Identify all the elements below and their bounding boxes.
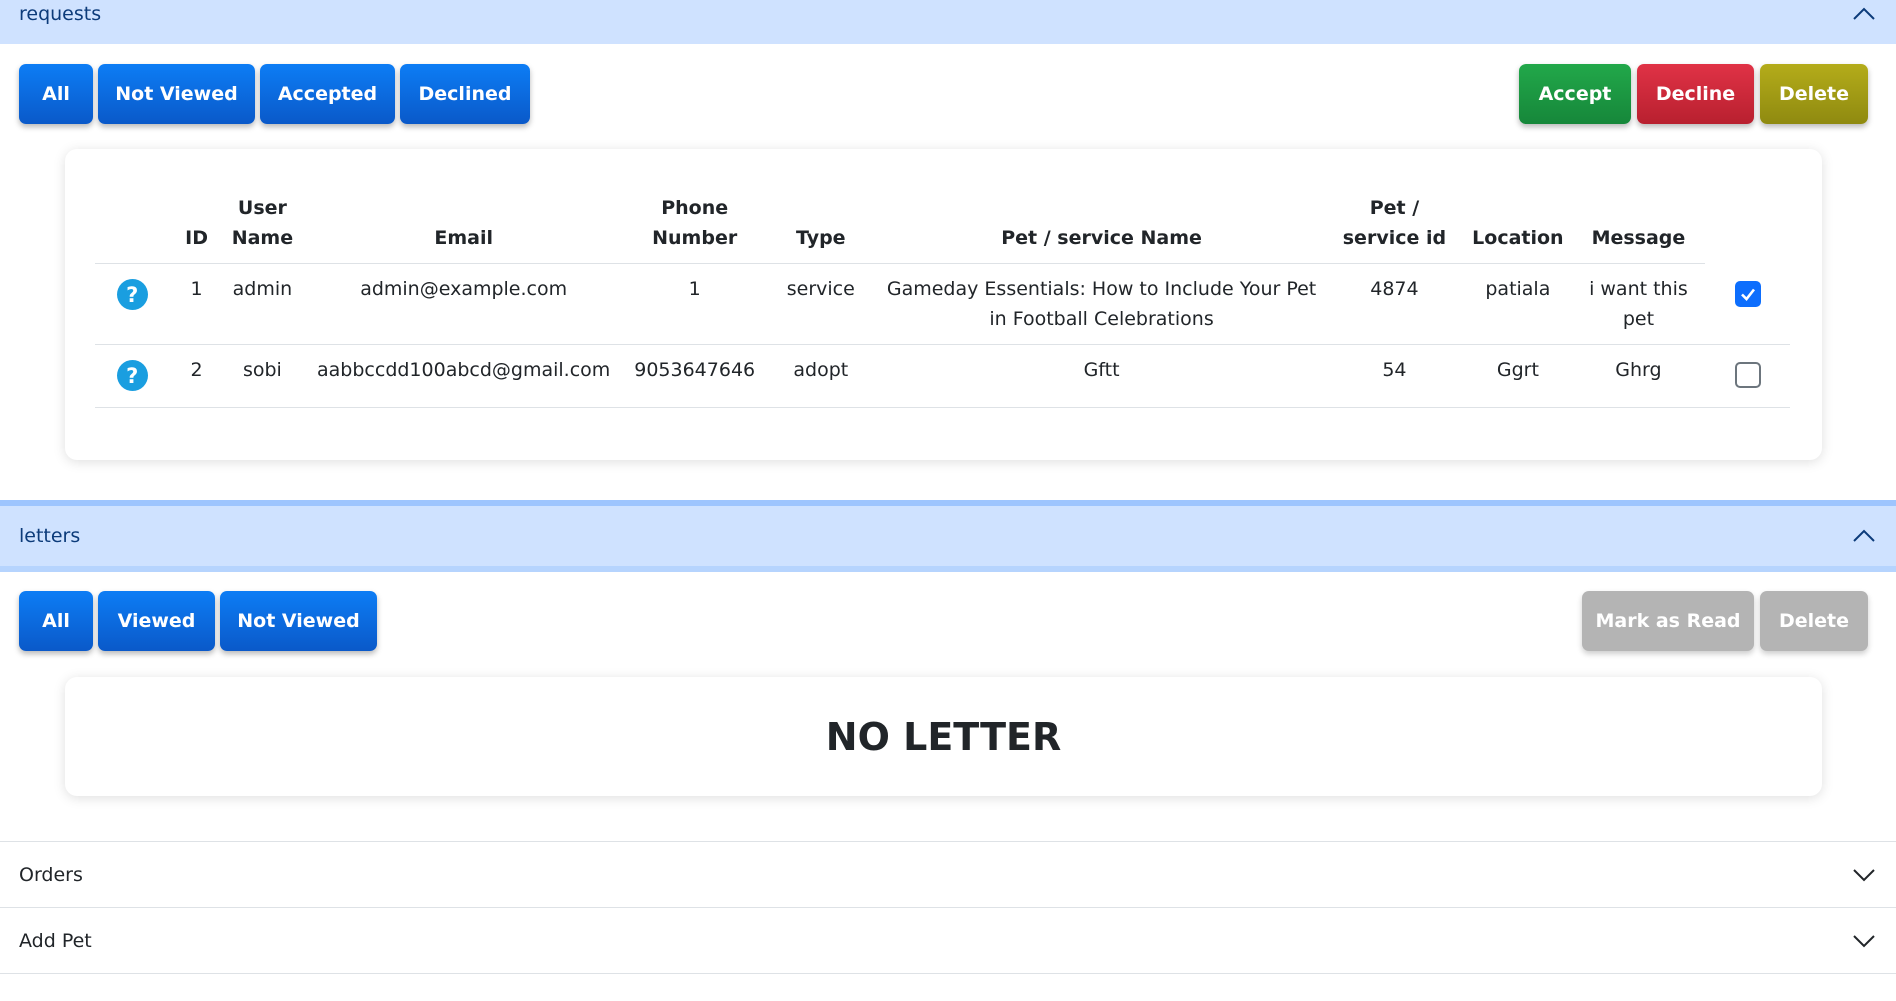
delete-requests-button[interactable]: Delete	[1760, 64, 1868, 124]
col-header-id: ID	[169, 189, 224, 264]
decline-button[interactable]: Decline	[1637, 64, 1754, 124]
cell-location: Ggrt	[1464, 344, 1572, 408]
row-select-checkbox[interactable]	[1734, 362, 1761, 388]
col-header-pet-name: Pet / service Name	[878, 189, 1325, 264]
letters-card: NO LETTER	[65, 677, 1822, 796]
requests-header-label: requests	[19, 3, 102, 25]
cell-id: 1	[169, 263, 224, 345]
accept-button[interactable]: Accept	[1519, 64, 1631, 124]
chevron-up-icon	[1851, 6, 1877, 22]
cell-phone: 9053647646	[626, 344, 764, 408]
letters-header-label: letters	[19, 525, 81, 547]
cell-type: service	[763, 263, 879, 345]
cell-pet-id: 54	[1324, 344, 1465, 408]
chevron-down-icon	[1851, 867, 1877, 883]
chevron-up-icon	[1851, 528, 1877, 544]
add-pet-accordion-header[interactable]: Add Pet	[0, 907, 1896, 973]
mark-as-read-button[interactable]: Mark as Read	[1582, 591, 1754, 651]
question-icon[interactable]: ?	[116, 360, 148, 391]
add-pet-header-label: Add Pet	[19, 929, 92, 952]
cell-id: 2	[169, 344, 224, 408]
chevron-down-icon	[1851, 933, 1877, 949]
letters-filter-viewed[interactable]: Viewed	[98, 591, 215, 651]
col-header-select	[1705, 189, 1790, 264]
requests-filter-declined[interactable]: Declined	[400, 64, 530, 124]
requests-table: ID User Name Email Phone Number Type Pet…	[95, 189, 1790, 408]
requests-accordion-header[interactable]: requests	[0, 0, 1896, 44]
cell-message: i want this pet	[1571, 263, 1706, 345]
checkmark-icon	[1740, 288, 1755, 301]
table-row[interactable]: ? 1 admin admin@example.com 1 service Ga…	[95, 263, 1790, 345]
cell-pet-id: 4874	[1324, 263, 1465, 345]
col-header-type: Type	[763, 189, 879, 264]
admin-dashboard: requests All Not Viewed Accepted Decline…	[0, 0, 1896, 1001]
cell-type: adopt	[763, 344, 879, 408]
table-row[interactable]: ? 2 sobi aabbccdd100abcd@gmail.com 90536…	[95, 344, 1790, 408]
cell-location: patiala	[1464, 263, 1572, 345]
row-select-checkbox[interactable]	[1734, 280, 1761, 307]
cell-pet-name: Gftt	[878, 344, 1325, 408]
cell-email: admin@example.com	[301, 263, 627, 345]
cell-user-name: admin	[223, 263, 302, 345]
cell-phone: 1	[626, 263, 764, 345]
question-icon[interactable]: ?	[116, 279, 148, 310]
requests-table-card: ID User Name Email Phone Number Type Pet…	[65, 149, 1822, 460]
delete-letters-button[interactable]: Delete	[1760, 591, 1868, 651]
requests-filter-not-viewed[interactable]: Not Viewed	[98, 64, 255, 124]
col-header-pet-id: Pet / service id	[1324, 189, 1465, 264]
cell-user-name: sobi	[223, 344, 302, 408]
col-header-message: Message	[1571, 189, 1706, 264]
cell-message: Ghrg	[1571, 344, 1706, 408]
empty-letters-message: NO LETTER	[825, 714, 1062, 759]
letters-filter-not-viewed[interactable]: Not Viewed	[220, 591, 377, 651]
orders-header-label: Orders	[19, 863, 83, 886]
col-header-phone: Phone Number	[626, 189, 764, 264]
col-header-email: Email	[301, 189, 627, 264]
col-header-icon	[95, 189, 170, 264]
orders-accordion-header[interactable]: Orders	[0, 841, 1896, 907]
requests-filter-all[interactable]: All	[19, 64, 93, 124]
letters-filter-all[interactable]: All	[19, 591, 93, 651]
table-header-row: ID User Name Email Phone Number Type Pet…	[95, 189, 1790, 264]
letters-accordion-header[interactable]: letters	[0, 506, 1896, 572]
col-header-location: Location	[1464, 189, 1572, 264]
col-header-user-name: User Name	[223, 189, 302, 264]
cell-pet-name: Gameday Essentials: How to Include Your …	[878, 263, 1325, 345]
cell-email: aabbccdd100abcd@gmail.com	[301, 344, 627, 408]
requests-filter-accepted[interactable]: Accepted	[260, 64, 395, 124]
next-accordion-header[interactable]	[0, 973, 1896, 1001]
